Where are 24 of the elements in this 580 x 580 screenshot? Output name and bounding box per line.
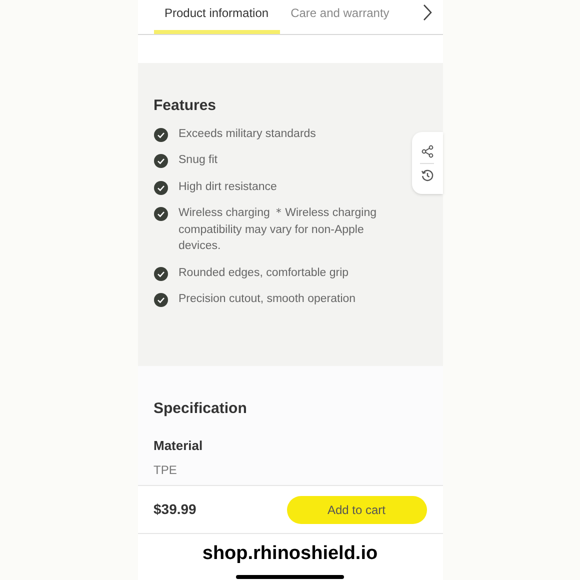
section-heading: Features xyxy=(154,96,218,116)
check-icon xyxy=(154,207,168,221)
feature-text: Snug fit xyxy=(178,153,218,168)
section-heading: Specification xyxy=(154,399,248,419)
chevron-right-icon[interactable] xyxy=(420,4,432,21)
feature-text: High dirt resistance xyxy=(178,180,278,194)
check-icon xyxy=(154,128,168,142)
price: $39.99 xyxy=(154,500,196,519)
caption: shop.rhinoshield.io xyxy=(202,542,378,566)
check-icon xyxy=(154,180,168,194)
tab[interactable]: Product information xyxy=(154,0,280,34)
check-icon xyxy=(154,293,168,307)
spec-label: Material xyxy=(154,436,204,454)
feature-text: Precision cutout, smooth operation xyxy=(178,292,357,307)
feature-text: Exceeds military standards xyxy=(178,126,317,142)
share-icon[interactable] xyxy=(420,144,434,158)
spec-value: TPE xyxy=(154,462,178,479)
tab[interactable]: Care and warranty xyxy=(280,0,400,34)
history-icon[interactable] xyxy=(420,168,434,182)
feature-text: Rounded edges, comfortable grip xyxy=(178,266,350,280)
add-to-cart-button[interactable]: Add to cart xyxy=(286,496,426,524)
check-icon xyxy=(154,266,168,280)
check-icon xyxy=(154,154,168,168)
feature-text: Wireless charging ＊Wireless charging compatibility may vary for non-Apple devices. xyxy=(178,206,378,254)
